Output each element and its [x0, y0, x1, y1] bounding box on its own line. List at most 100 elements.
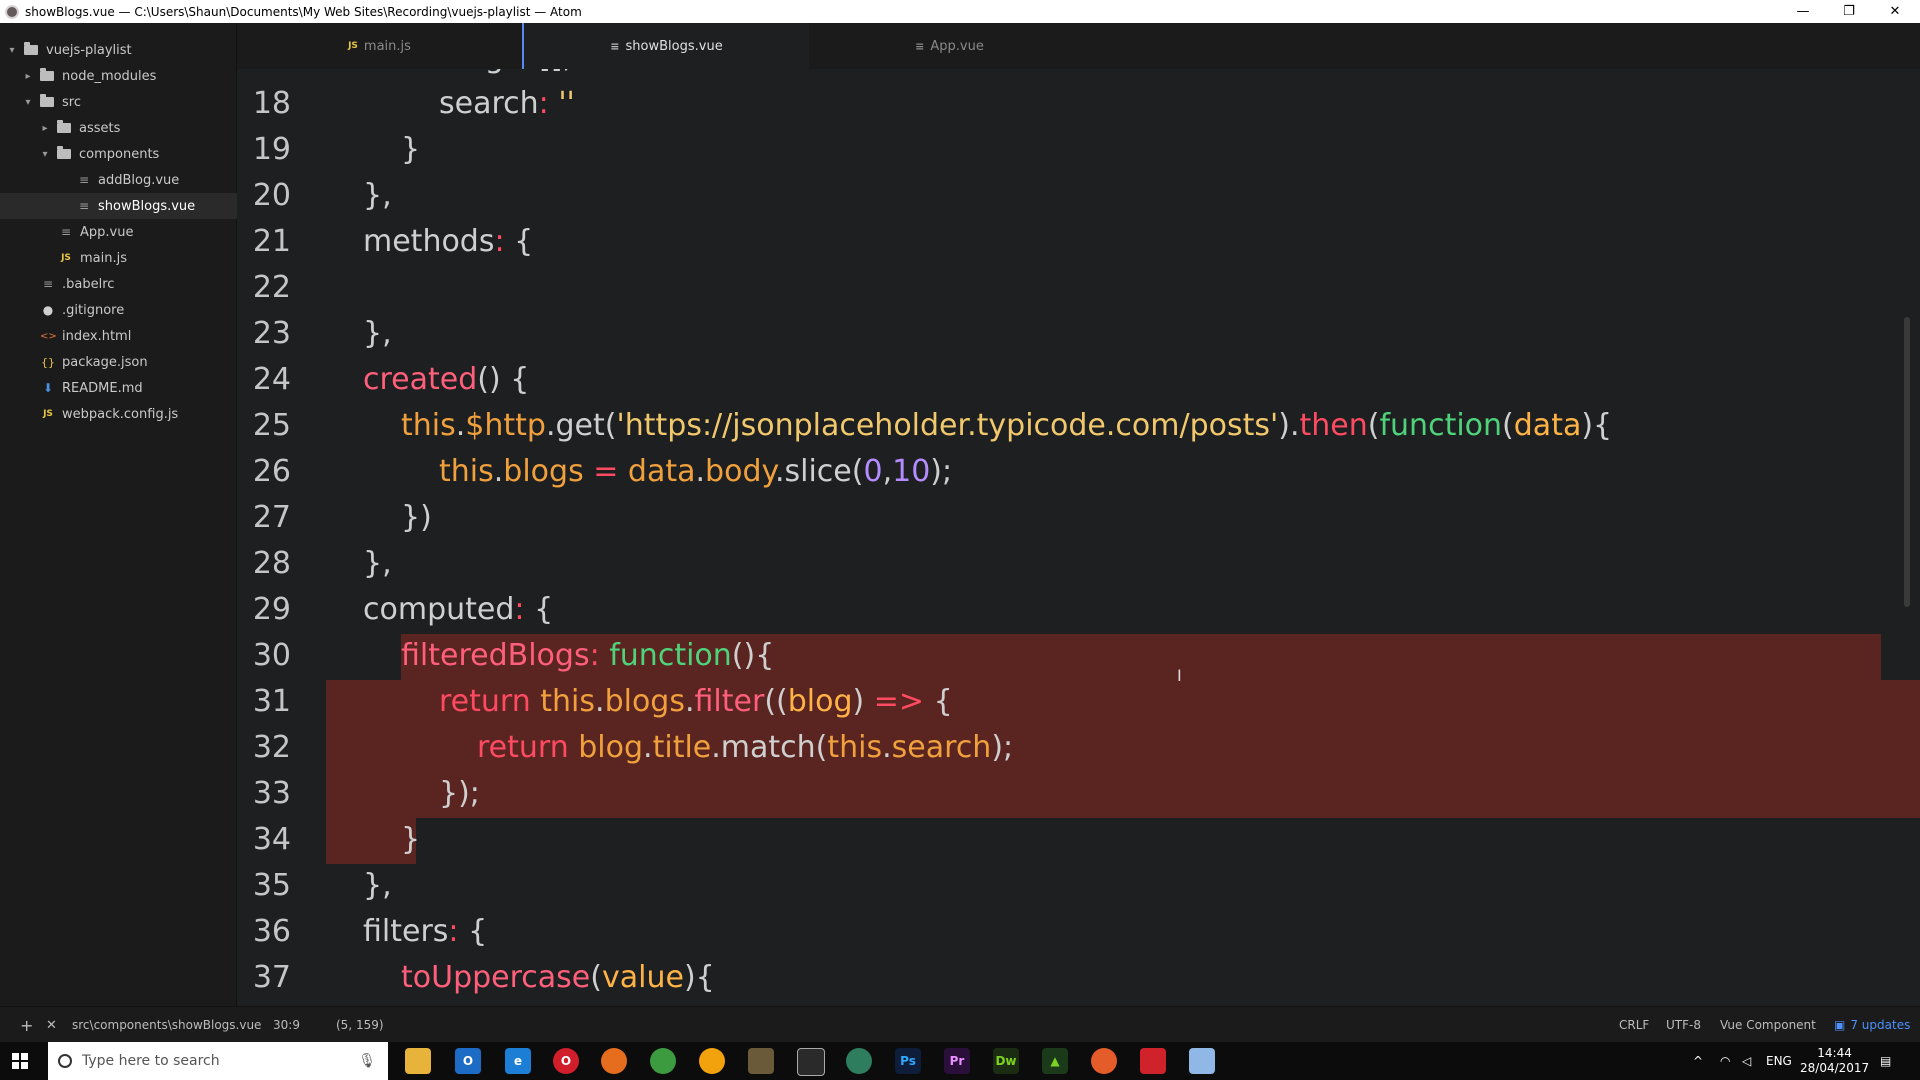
tree-item-readme[interactable]: ⬇ README.md	[0, 375, 276, 401]
tree-item-node-modules[interactable]: ▸ node_modules	[0, 63, 258, 89]
code-line: blogs: [],	[439, 69, 572, 75]
clock-date: 28/04/2017	[1800, 1061, 1870, 1075]
tree-item-components[interactable]: ▾ components	[0, 141, 275, 167]
tree-item-webpack-config[interactable]: JS webpack.config.js	[0, 401, 276, 427]
line-number: 33	[252, 776, 291, 811]
markdown-file-icon: ⬇	[42, 381, 54, 395]
line-number: 37	[252, 960, 291, 995]
line-number-gutter: 18 19 20 21 22 23 24 25 26 27 28 29 30 3…	[237, 69, 327, 1006]
grammar[interactable]: Vue Component	[1720, 1007, 1816, 1043]
code-line: created() {	[363, 362, 530, 397]
tree-item-project-root[interactable]: ▾ vuejs-playlist	[0, 37, 242, 63]
title-bar: showBlogs.vue — C:\Users\Shaun\Documents…	[0, 0, 1920, 23]
recorder-icon[interactable]	[1140, 1048, 1166, 1074]
chevron-right-icon: ▸	[42, 122, 48, 134]
chevron-down-icon: ▾	[42, 148, 48, 160]
code-line: this.$http.get('https://jsonplaceholder.…	[401, 408, 1613, 443]
network-icon[interactable]: ◠	[1720, 1042, 1730, 1080]
line-number: 36	[252, 914, 291, 949]
close-icon[interactable]: ✕	[46, 1007, 57, 1043]
volume-icon[interactable]: ◁	[1742, 1042, 1751, 1080]
line-number: 19	[252, 132, 291, 167]
photoshop-icon[interactable]: Ps	[895, 1048, 921, 1074]
clock-time: 14:44	[1817, 1046, 1852, 1060]
code-editor[interactable]: 18 19 20 21 22 23 24 25 26 27 28 29 30 3…	[237, 69, 1920, 1006]
code-line: }	[401, 132, 421, 167]
line-number: 32	[252, 730, 291, 765]
atom-icon[interactable]	[846, 1048, 872, 1074]
line-number: 27	[252, 500, 291, 535]
folder-icon	[40, 68, 54, 81]
start-button[interactable]	[12, 1053, 28, 1069]
chrome-icon[interactable]	[650, 1048, 676, 1074]
updates-label: 7 updates	[1850, 1018, 1911, 1032]
code-line: },	[363, 178, 392, 213]
windows-taskbar: Type here to search 🎙 O e O Ps Pr Dw ▲ ^…	[0, 1042, 1920, 1080]
tree-item-assets[interactable]: ▸ assets	[0, 115, 275, 141]
folder-icon	[40, 94, 54, 107]
line-ending[interactable]: CRLF	[1619, 1007, 1649, 1043]
code-line: computed: {	[363, 592, 554, 627]
tree-item-index-html[interactable]: <> index.html	[0, 323, 276, 349]
notifications-icon[interactable]: ▤	[1880, 1042, 1891, 1080]
search-icon	[58, 1054, 72, 1068]
file-explorer-icon[interactable]	[405, 1048, 431, 1074]
language-indicator[interactable]: ENG	[1766, 1042, 1792, 1080]
dreamweaver-icon[interactable]: Dw	[993, 1048, 1019, 1074]
tree-item-label: showBlogs.vue	[98, 198, 196, 214]
app-tree-icon[interactable]: ▲	[1042, 1048, 1068, 1074]
tree-item-babelrc[interactable]: ≡ .babelrc	[0, 271, 276, 297]
firefox-icon[interactable]	[601, 1048, 627, 1074]
tray-chevron-icon[interactable]: ^	[1693, 1042, 1703, 1080]
tab-label: showBlogs.vue	[625, 38, 723, 54]
edge-icon[interactable]: e	[505, 1048, 531, 1074]
app-orange-icon[interactable]	[1091, 1048, 1117, 1074]
outlook-icon[interactable]: O	[455, 1048, 481, 1074]
tree-item-label: src	[62, 94, 81, 110]
minimize-button[interactable]: —	[1780, 0, 1826, 23]
app-blue-icon[interactable]	[1189, 1048, 1215, 1074]
line-number: 18	[252, 86, 291, 121]
opera-icon[interactable]: O	[553, 1048, 579, 1074]
tab-main-js[interactable]: JS main.js	[237, 23, 522, 69]
restore-button[interactable]: ❐	[1826, 0, 1872, 23]
canary-icon[interactable]	[699, 1048, 725, 1074]
clock[interactable]: 14:44 28/04/2017	[1800, 1042, 1869, 1080]
encoding[interactable]: UTF-8	[1666, 1007, 1701, 1043]
line-number: 22	[252, 270, 291, 305]
line-number: 23	[252, 316, 291, 351]
code-line: filteredBlogs: function(){	[401, 638, 775, 673]
tree-item-label: main.js	[80, 250, 127, 266]
scrollbar-thumb[interactable]	[1904, 317, 1910, 607]
tree-item-gitignore[interactable]: ● .gitignore	[0, 297, 276, 323]
tab-bar: JS main.js ≡ showBlogs.vue ≡ App.vue	[237, 23, 1920, 69]
updates-indicator[interactable]: ▣ 7 updates	[1834, 1007, 1910, 1043]
premiere-icon[interactable]: Pr	[944, 1048, 970, 1074]
line-number: 28	[252, 546, 291, 581]
mouse-cursor-ibeam: I	[1177, 666, 1182, 685]
search-placeholder: Type here to search	[82, 1053, 220, 1069]
microphone-icon[interactable]: 🎙	[358, 1053, 376, 1069]
file-path[interactable]: src\components\showBlogs.vue	[72, 1007, 261, 1043]
line-number: 25	[252, 408, 291, 443]
tab-app-vue[interactable]: ≡ App.vue	[807, 23, 1092, 69]
chevron-down-icon: ▾	[25, 96, 31, 108]
cursor-position[interactable]: 30:9	[273, 1007, 300, 1043]
code-line: })	[401, 500, 432, 535]
package-icon: ▣	[1834, 1018, 1846, 1032]
tree-item-package-json[interactable]: {} package.json	[0, 349, 276, 375]
sublime-icon[interactable]	[748, 1048, 774, 1074]
terminal-icon[interactable]	[797, 1048, 825, 1076]
folder-icon	[24, 42, 38, 55]
taskbar-search[interactable]: Type here to search 🎙	[48, 1042, 388, 1080]
line-number: 24	[252, 362, 291, 397]
folder-icon	[57, 146, 71, 159]
html-file-icon: <>	[40, 330, 57, 342]
close-button[interactable]: ✕	[1872, 0, 1918, 23]
add-icon[interactable]: +	[20, 1007, 33, 1043]
json-file-icon: {}	[41, 355, 55, 369]
line-number: 29	[252, 592, 291, 627]
file-text-icon: ≡	[60, 225, 72, 239]
tree-item-src[interactable]: ▾ src	[0, 89, 258, 115]
tab-showblogs[interactable]: ≡ showBlogs.vue	[522, 23, 809, 69]
